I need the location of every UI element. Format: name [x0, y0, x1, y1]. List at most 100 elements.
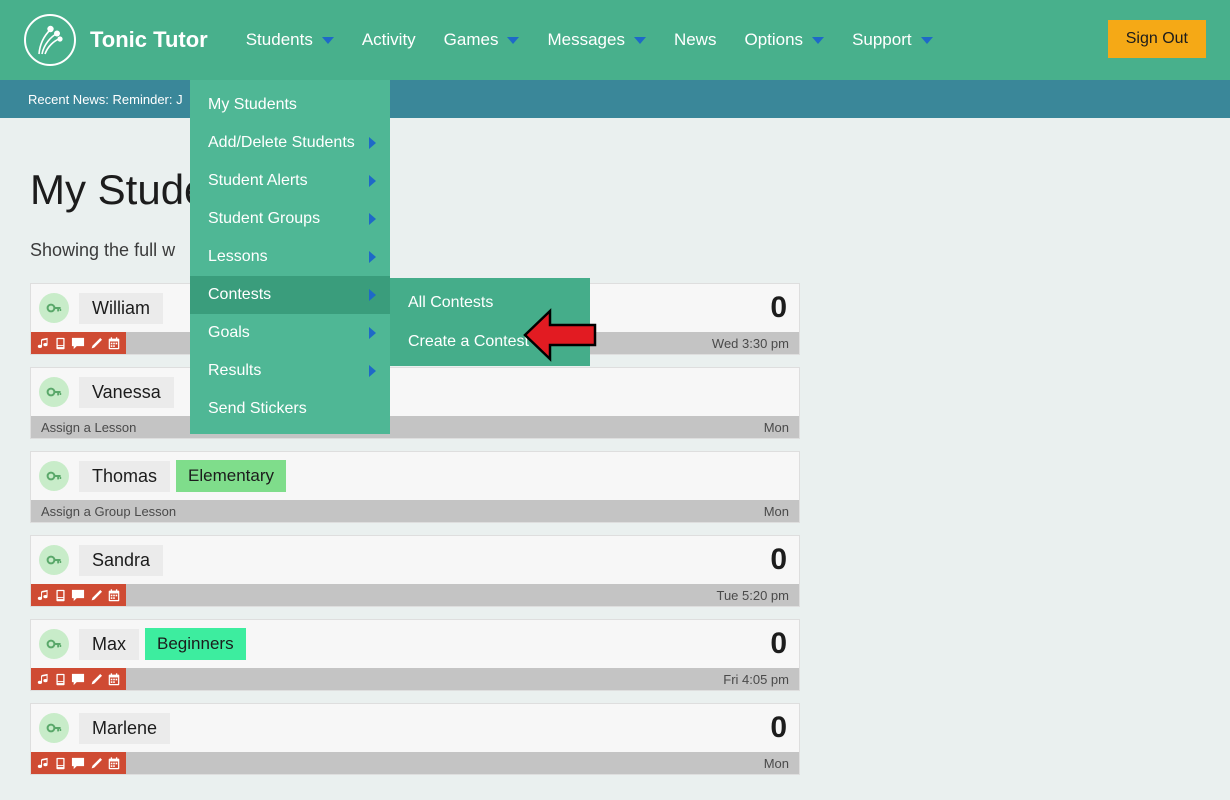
chevron-right-icon [369, 251, 376, 263]
student-name[interactable]: Sandra [79, 545, 163, 576]
student-card-footer: Assign a LessonMon [31, 416, 799, 438]
student-last-active-time: Wed 3:30 pm [712, 336, 799, 351]
nav-item-options[interactable]: Options [730, 0, 838, 80]
student-name[interactable]: Marlene [79, 713, 170, 744]
music-note-icon[interactable] [37, 337, 50, 350]
key-icon[interactable] [39, 713, 69, 743]
nav-item-students[interactable]: Students [232, 0, 348, 80]
assign-lesson-link[interactable]: Assign a Group Lesson [31, 504, 176, 519]
student-action-icons [31, 668, 126, 690]
key-icon[interactable] [39, 293, 69, 323]
menu-item-add-delete-students[interactable]: Add/Delete Students [190, 124, 390, 162]
pencil-icon[interactable] [90, 337, 103, 350]
menu-item-contests[interactable]: Contests [190, 276, 390, 314]
nav-item-label: Options [744, 30, 803, 50]
nav-item-messages[interactable]: Messages [533, 0, 659, 80]
menu-item-label: Student Alerts [208, 172, 308, 190]
tonic-tutor-logo-icon[interactable] [24, 14, 76, 66]
nav-item-news[interactable]: News [660, 0, 731, 80]
calendar-icon[interactable] [108, 757, 120, 770]
student-name[interactable]: Thomas [79, 461, 170, 492]
calendar-icon[interactable] [108, 589, 120, 602]
comment-icon[interactable] [71, 589, 85, 602]
page-title: My Stude [30, 166, 207, 214]
book-icon[interactable] [55, 757, 66, 770]
pencil-icon[interactable] [90, 589, 103, 602]
menu-item-student-groups[interactable]: Student Groups [190, 200, 390, 238]
student-name[interactable]: Max [79, 629, 139, 660]
menu-item-lessons[interactable]: Lessons [190, 238, 390, 276]
nav-item-label: Activity [362, 30, 416, 50]
key-icon[interactable] [39, 461, 69, 491]
chevron-right-icon [369, 213, 376, 225]
book-icon[interactable] [55, 673, 66, 686]
submenu-item-label: Create a Contest [408, 333, 529, 351]
menu-item-my-students[interactable]: My Students [190, 86, 390, 124]
student-card-header: Vanessa [31, 368, 799, 416]
student-score: 0 [770, 713, 787, 743]
sign-out-button[interactable]: Sign Out [1108, 20, 1206, 58]
assign-lesson-link[interactable]: Assign a Lesson [31, 420, 136, 435]
student-last-active-time: Tue 5:20 pm [716, 588, 799, 603]
news-ticker-text: Recent News: Reminder: J [28, 92, 183, 107]
nav-item-label: News [674, 30, 717, 50]
calendar-icon[interactable] [108, 337, 120, 350]
chevron-right-icon [369, 175, 376, 187]
brand-name[interactable]: Tonic Tutor [90, 27, 208, 53]
page-header-row: My Stude tions [0, 118, 1230, 214]
chevron-down-icon [507, 37, 519, 44]
top-navbar: Tonic Tutor Students Activity Games Message… [0, 0, 1230, 80]
comment-icon[interactable] [71, 757, 85, 770]
menu-item-label: Results [208, 362, 261, 380]
key-icon[interactable] [39, 629, 69, 659]
music-note-icon[interactable] [37, 589, 50, 602]
menu-item-send-stickers[interactable]: Send Stickers [190, 390, 390, 428]
music-note-icon[interactable] [37, 673, 50, 686]
student-name[interactable]: Vanessa [79, 377, 174, 408]
students-dropdown-menu: My Students Add/Delete Students Student Al… [190, 80, 390, 434]
student-last-active-time: Mon [764, 756, 799, 771]
submenu-item-create-a-contest[interactable]: Create a Contest [390, 322, 590, 361]
comment-icon[interactable] [71, 337, 85, 350]
contests-submenu: All Contests Create a Contest [390, 278, 590, 366]
comment-icon[interactable] [71, 673, 85, 686]
key-icon[interactable] [39, 545, 69, 575]
nav-item-activity[interactable]: Activity [348, 0, 430, 80]
menu-item-goals[interactable]: Goals [190, 314, 390, 352]
key-icon[interactable] [39, 377, 69, 407]
menu-item-label: Goals [208, 324, 250, 342]
book-icon[interactable] [55, 337, 66, 350]
student-card-footer: Fri 4:05 pm [31, 668, 799, 690]
student-score: 0 [770, 293, 787, 323]
student-group-badge[interactable]: Elementary [176, 460, 286, 492]
music-note-icon[interactable] [37, 757, 50, 770]
student-card-header: Sandra 0 [31, 536, 799, 584]
submenu-item-all-contests[interactable]: All Contests [390, 283, 590, 322]
chevron-right-icon [369, 137, 376, 149]
book-icon[interactable] [55, 589, 66, 602]
chevron-down-icon [634, 37, 646, 44]
nav-item-label: Support [852, 30, 912, 50]
page-content: My Stude tions Showing the full w Willia… [0, 118, 1230, 800]
student-name[interactable]: William [79, 293, 163, 324]
menu-item-label: Lessons [208, 248, 268, 266]
chevron-down-icon [812, 37, 824, 44]
news-ticker[interactable]: Recent News: Reminder: J [0, 80, 1230, 118]
menu-item-label: My Students [208, 96, 297, 114]
menu-item-student-alerts[interactable]: Student Alerts [190, 162, 390, 200]
student-card-footer: Tue 5:20 pm [31, 584, 799, 606]
nav-item-label: Games [444, 30, 499, 50]
student-card-header: Marlene 0 [31, 704, 799, 752]
student-score: 0 [770, 545, 787, 575]
page-subtitle: Showing the full w [0, 214, 1230, 261]
nav-item-games[interactable]: Games [430, 0, 534, 80]
student-group-badge[interactable]: Beginners [145, 628, 246, 660]
student-card-footer: Mon [31, 752, 799, 774]
menu-item-results[interactable]: Results [190, 352, 390, 390]
nav-item-support[interactable]: Support [838, 0, 947, 80]
pencil-icon[interactable] [90, 673, 103, 686]
calendar-icon[interactable] [108, 673, 120, 686]
nav-item-label: Messages [547, 30, 624, 50]
pencil-icon[interactable] [90, 757, 103, 770]
student-last-active-time: Mon [764, 504, 799, 519]
